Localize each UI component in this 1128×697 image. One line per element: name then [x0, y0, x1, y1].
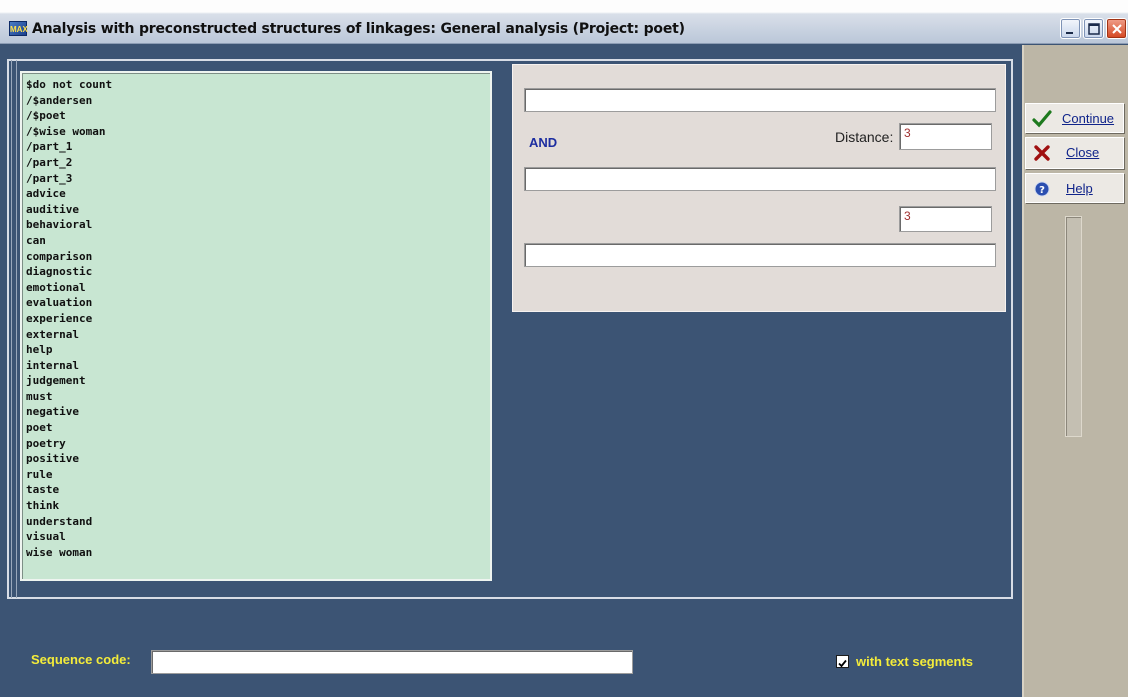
list-item[interactable]: taste [26, 482, 490, 498]
x-icon [1034, 145, 1050, 161]
checkmark-icon [1032, 110, 1052, 128]
criterion-3-field[interactable] [524, 243, 996, 267]
operator-label: AND [529, 135, 558, 150]
minimize-icon [1066, 32, 1073, 34]
list-item[interactable]: negative [26, 404, 490, 420]
close-icon [1112, 24, 1122, 34]
list-item[interactable]: /$poet [26, 108, 490, 124]
list-item[interactable]: visual [26, 529, 490, 545]
list-item[interactable]: /part_3 [26, 171, 490, 187]
help-button[interactable]: ? Help [1025, 173, 1124, 203]
criterion-1-field[interactable] [524, 88, 996, 112]
list-item[interactable]: /$wise woman [26, 124, 490, 140]
minimize-button[interactable] [1060, 18, 1081, 39]
list-item[interactable]: positive [26, 451, 490, 467]
maximize-button[interactable] [1083, 18, 1104, 39]
sequence-code-input[interactable] [151, 650, 633, 674]
list-item[interactable]: comparison [26, 249, 490, 265]
list-item[interactable]: external [26, 327, 490, 343]
sequence-code-label: Sequence code: [31, 652, 131, 667]
list-item[interactable]: rule [26, 467, 490, 483]
list-item[interactable]: can [26, 233, 490, 249]
list-item[interactable]: /$andersen [26, 93, 490, 109]
app-icon: MAX [9, 21, 28, 36]
list-item[interactable]: think [26, 498, 490, 514]
list-item[interactable]: poetry [26, 436, 490, 452]
close-label: Close [1066, 145, 1100, 160]
list-item[interactable]: internal [26, 358, 490, 374]
list-item[interactable]: behavioral [26, 217, 490, 233]
distance-2-field[interactable]: 3 [899, 206, 992, 232]
vertical-scroll-track[interactable] [1065, 216, 1082, 437]
window-title: Analysis with preconstructed structures … [32, 21, 685, 37]
window-titlebar: MAX Analysis with preconstructed structu… [0, 0, 1128, 44]
code-word-list[interactable]: $do not count/$andersen/$poet/$wise woma… [20, 71, 492, 581]
help-label: Help [1066, 181, 1093, 196]
list-item[interactable]: help [26, 342, 490, 358]
list-item[interactable]: /part_2 [26, 155, 490, 171]
with-text-segments-label: with text segments [856, 654, 974, 669]
with-text-segments-checkbox[interactable] [836, 655, 849, 668]
list-item[interactable]: must [26, 389, 490, 405]
continue-button[interactable]: Continue [1025, 103, 1124, 133]
close-button[interactable]: Close [1025, 137, 1124, 169]
list-item[interactable]: understand [26, 514, 490, 530]
list-item[interactable]: advice [26, 186, 490, 202]
continue-label: Continue [1062, 111, 1115, 126]
list-item[interactable]: /part_1 [26, 139, 490, 155]
help-icon: ? [1034, 181, 1050, 197]
distance-label: Distance: [835, 129, 894, 145]
svg-text:?: ? [1039, 185, 1045, 196]
list-item[interactable]: experience [26, 311, 490, 327]
list-item[interactable]: diagnostic [26, 264, 490, 280]
frame-divider [11, 60, 17, 598]
list-item[interactable]: $do not count [26, 77, 490, 93]
close-window-button[interactable] [1106, 18, 1127, 39]
list-item[interactable]: emotional [26, 280, 490, 296]
maximize-icon [1088, 23, 1100, 35]
list-item[interactable]: wise woman [26, 545, 490, 561]
list-item[interactable]: evaluation [26, 295, 490, 311]
distance-1-field[interactable]: 3 [899, 123, 992, 150]
list-item[interactable]: poet [26, 420, 490, 436]
list-item[interactable]: judgement [26, 373, 490, 389]
checkmark-icon [838, 659, 847, 668]
criterion-2-field[interactable] [524, 167, 996, 191]
list-item[interactable]: auditive [26, 202, 490, 218]
